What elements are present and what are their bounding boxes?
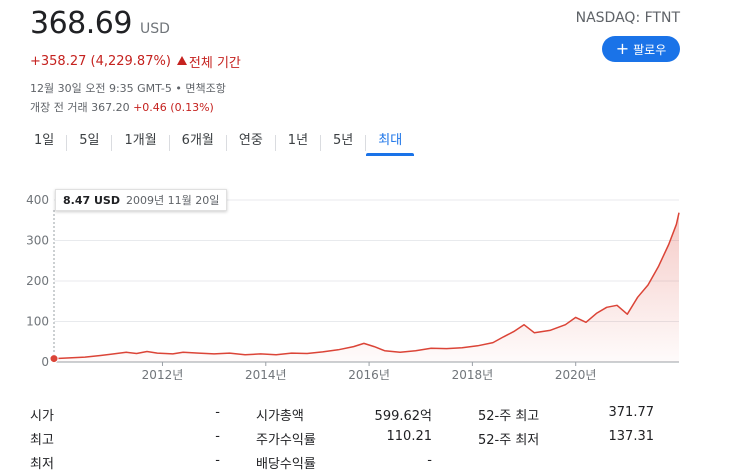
stat-value-mktcap: 599.62억	[374, 409, 432, 424]
stat-row: 최저 - 배당수익률 -	[30, 453, 730, 475]
after-hours-price: 개장 전 거래 367.20	[30, 101, 130, 114]
x-tick-label: 2014년	[245, 368, 287, 382]
arrow-up-icon	[176, 56, 187, 65]
tab-ytd[interactable]: 연중	[227, 130, 275, 156]
tab-1m[interactable]: 1개월	[112, 130, 168, 156]
tab-max[interactable]: 최대	[366, 130, 415, 156]
x-tick-label: 2020년	[555, 368, 597, 382]
stat-value-pe-ratio: 110.21	[386, 429, 433, 444]
stat-value-52wk-high: 371.77	[608, 405, 655, 420]
stat-label-low: 최저	[30, 457, 54, 472]
stat-value-high: -	[215, 429, 220, 444]
stat-value-low: -	[215, 453, 220, 468]
tab-1y[interactable]: 1년	[276, 130, 320, 156]
x-tick-label: 2018년	[452, 368, 494, 382]
after-hours-change: +0.46 (0.13%)	[133, 101, 214, 114]
change-period: 전체 기간	[188, 56, 241, 71]
stat-value-open: -	[215, 405, 220, 420]
stat-label-pe-ratio: 주가수익률	[256, 433, 316, 448]
follow-label: 팔로우	[633, 42, 667, 57]
y-tick-label: 400	[26, 193, 49, 207]
tab-5y[interactable]: 5년	[321, 130, 365, 156]
after-hours: 개장 전 거래 367.20 +0.46 (0.13%)	[30, 99, 214, 115]
series-area	[54, 212, 679, 362]
x-tick-label: 2016년	[348, 368, 390, 382]
stat-value-div-yield: -	[427, 453, 432, 468]
range-tabs: 1일 5일 1개월 6개월 연중 1년 5년 최대	[22, 130, 415, 156]
plus-icon: +	[615, 39, 630, 58]
price-header: 368.69 USD	[30, 6, 170, 41]
stat-row: 최고 - 주가수익률 110.21 52-주 최저 137.31	[30, 429, 730, 451]
price-change: +358.27 (4,229.87%) 전체 기간	[30, 52, 241, 71]
ticker-label: NASDAQ: FTNT	[575, 10, 680, 26]
stat-label-52wk-high: 52-주 최고	[478, 409, 540, 424]
currency-label: USD	[139, 21, 170, 37]
tooltip-value: 8.47 USD	[63, 193, 120, 207]
y-tick-label: 300	[26, 234, 49, 248]
stat-label-high: 최고	[30, 433, 54, 448]
current-price: 368.69	[30, 6, 132, 41]
stat-value-52wk-low: 137.31	[608, 429, 655, 444]
stat-row: 시가 - 시가총액 599.62억 52-주 최고 371.77	[30, 405, 730, 427]
y-tick-label: 200	[26, 274, 49, 288]
change-value: +358.27 (4,229.87%)	[30, 54, 171, 69]
price-chart[interactable]: 0 100 200 300 400 2012년 2014년 2016년 2018년 2020년	[0, 182, 744, 387]
tab-6m[interactable]: 6개월	[170, 130, 226, 156]
y-tick-label: 0	[41, 355, 49, 369]
tooltip-date: 2009년 11월 20일	[125, 194, 220, 207]
stat-label-div-yield: 배당수익률	[256, 457, 316, 472]
timestamp: 12월 30일 오전 9:35 GMT-5 • 면책조항	[30, 82, 226, 95]
tab-1d[interactable]: 1일	[22, 130, 66, 156]
stat-label-mktcap: 시가총액	[256, 409, 304, 424]
stat-label-52wk-low: 52-주 최저	[478, 433, 540, 448]
y-tick-label: 100	[26, 315, 49, 329]
x-tick-label: 2012년	[142, 368, 184, 382]
hover-point	[49, 354, 59, 364]
stat-label-open: 시가	[30, 409, 54, 424]
tab-5d[interactable]: 5일	[67, 130, 111, 156]
follow-button[interactable]: + 팔로우	[602, 36, 680, 62]
chart-tooltip: 8.47 USD 2009년 11월 20일	[55, 189, 228, 211]
